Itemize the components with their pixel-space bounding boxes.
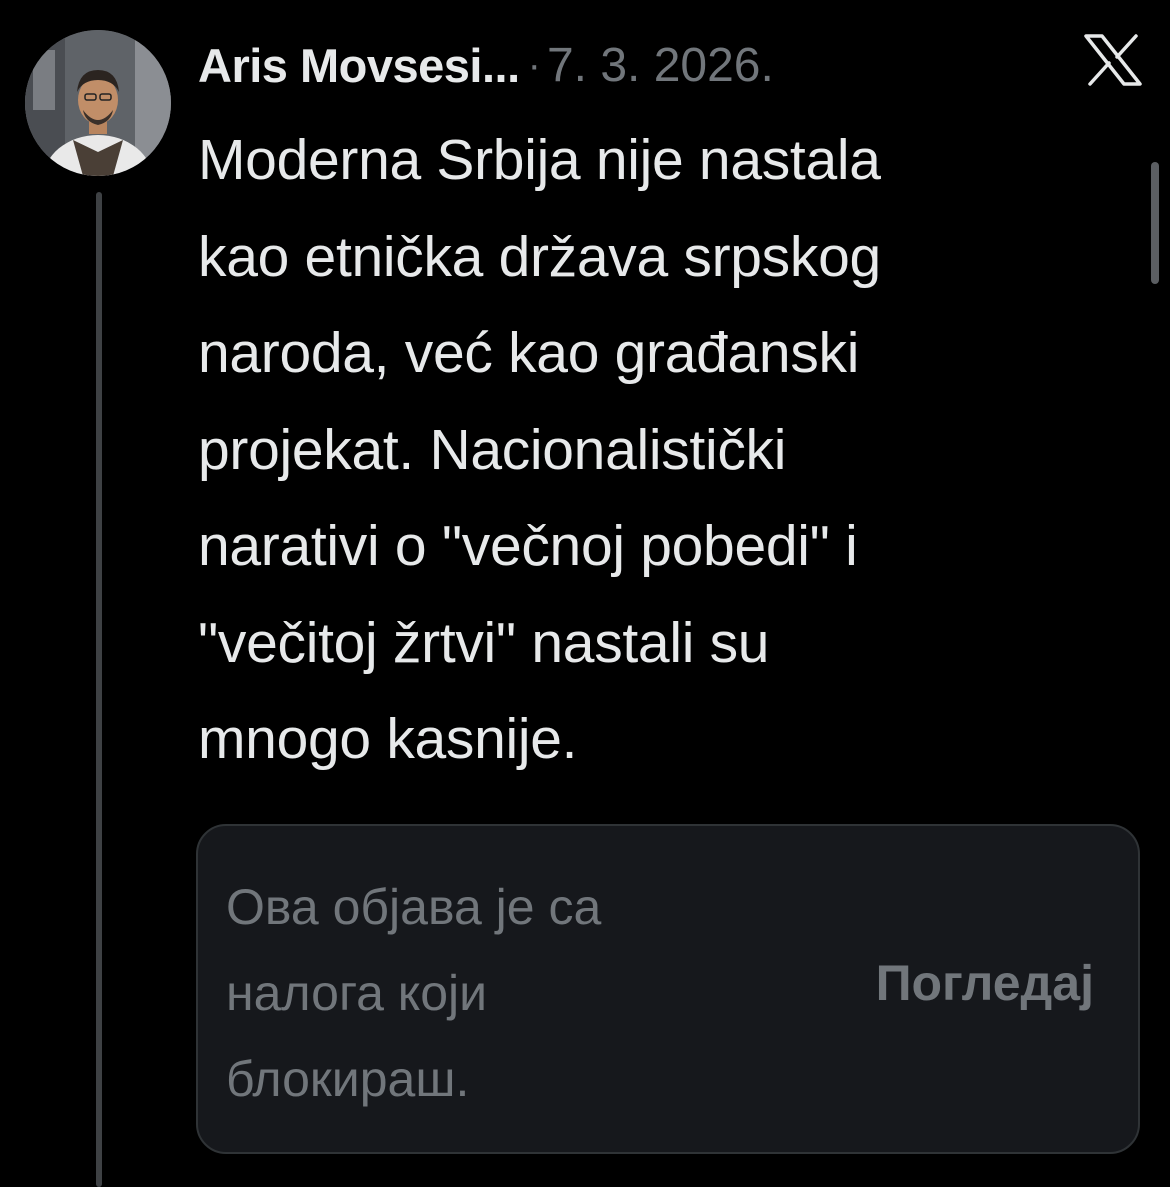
tweet-text: Moderna Srbija nije nastala kao etnička … [198,128,881,771]
view-post-button[interactable]: Погледај [876,954,1094,1012]
blocked-post-card: Ова објава је са налога који блокираш. П… [196,824,1140,1154]
author-name[interactable]: Aris Movsesi... [198,38,520,93]
author-avatar[interactable] [25,30,171,176]
tweet-header: Aris Movsesi... · 7. 3. 2026. [198,30,774,100]
avatar-photo [25,30,171,176]
tweet-date[interactable]: 7. 3. 2026. [547,38,774,93]
blocked-post-notice: Ова објава је са налога који блокираш. [226,879,602,1107]
thread-line [96,192,102,1187]
separator-dot: · [527,42,541,87]
x-logo-icon [1084,34,1142,86]
scrollbar[interactable] [1151,162,1159,284]
